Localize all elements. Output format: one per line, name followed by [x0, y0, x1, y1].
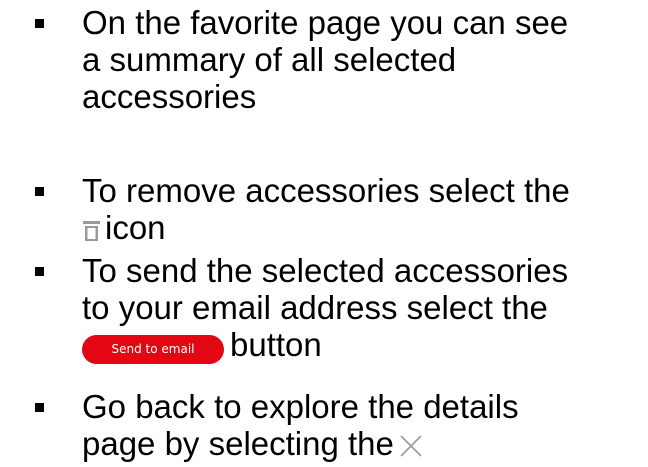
close-icon: [398, 429, 424, 457]
button-word: button: [230, 326, 322, 363]
send-to-email-button: Send to email: [82, 335, 224, 364]
instruction-line: a summary of all selected: [82, 41, 457, 78]
instruction-line: On the favorite page you can see: [82, 4, 569, 41]
bullet-marker: [35, 403, 44, 412]
instruction-text-segment: page by selecting the: [82, 425, 394, 462]
instruction-line-with-button: Send to email button: [82, 326, 642, 364]
bullet-marker: [35, 267, 44, 276]
instruction-text: To send the selected accessories to your…: [82, 252, 642, 364]
bullet-marker: [35, 19, 44, 28]
instruction-text: To remove accessories select the icon: [82, 172, 642, 246]
instruction-text: On the favorite page you can see a summa…: [82, 4, 642, 115]
trash-icon: [82, 212, 101, 241]
instruction-text: Go back to explore the details page by s…: [82, 388, 642, 462]
instruction-line-with-icon: icon: [82, 209, 642, 246]
instruction-line: accessories: [82, 78, 257, 115]
bullet-marker: [35, 187, 44, 196]
instruction-line: To send the selected accessories: [82, 252, 569, 289]
instruction-line: to your email address select the: [82, 289, 548, 326]
instruction-line-with-icon: page by selecting the: [82, 425, 642, 462]
instruction-line: To remove accessories select the: [82, 172, 570, 209]
icon-word: icon: [105, 209, 166, 246]
instruction-line: Go back to explore the details: [82, 388, 519, 425]
